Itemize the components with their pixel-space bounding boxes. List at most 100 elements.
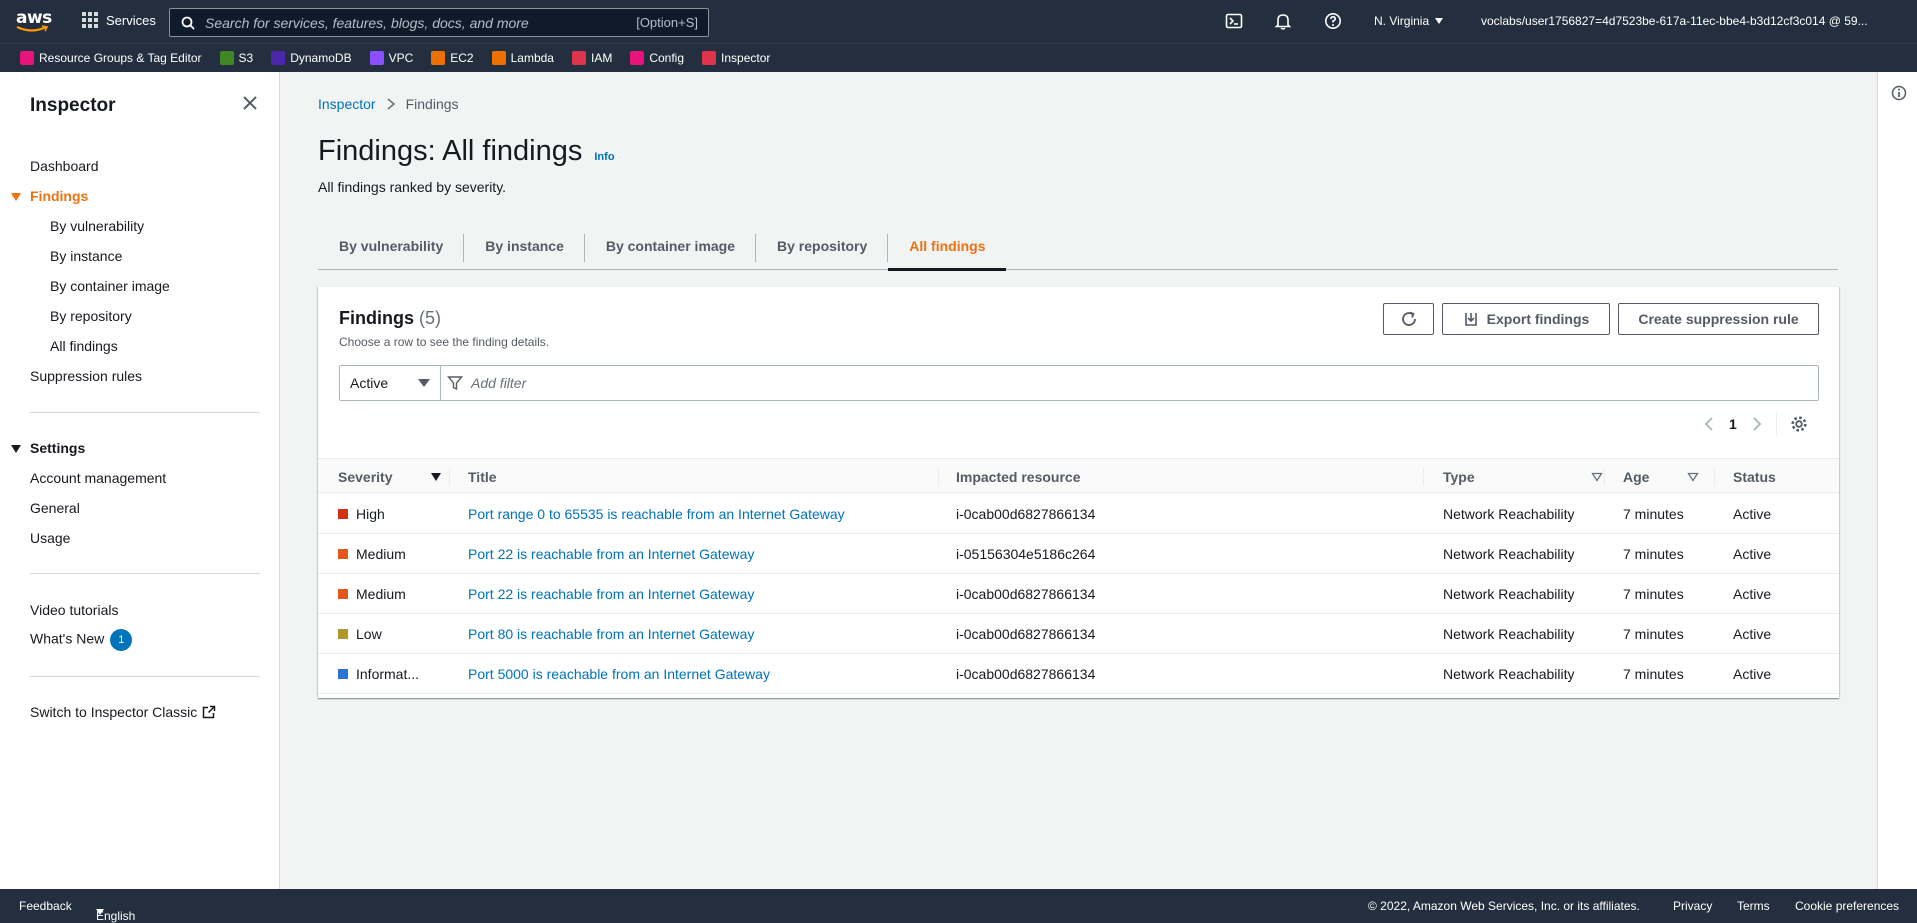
sidebar-item-by-container-image[interactable]: By container image — [50, 278, 170, 294]
grid-icon — [82, 12, 98, 28]
favorite-lambda[interactable]: Lambda — [491, 51, 554, 65]
breadcrumb-inspector-link[interactable]: Inspector — [318, 96, 376, 112]
help-icon[interactable] — [1324, 12, 1342, 30]
create-suppression-rule-button[interactable]: Create suppression rule — [1618, 303, 1819, 335]
cookie-preferences-link[interactable]: Cookie preferences — [1795, 899, 1899, 913]
add-filter-input[interactable]: Add filter — [441, 375, 526, 391]
service-icon — [431, 51, 446, 65]
refresh-button[interactable] — [1383, 303, 1434, 335]
favorite-iam[interactable]: IAM — [571, 51, 613, 65]
column-header-impacted-resource[interactable]: Impacted resource — [956, 459, 1081, 494]
tab-by-instance[interactable]: By instance — [464, 222, 585, 270]
finding-title-link[interactable]: Port 80 is reachable from an Internet Ga… — [468, 626, 754, 642]
services-menu-button[interactable]: Services — [82, 12, 156, 28]
page-title: Findings: All findings Info — [318, 135, 615, 168]
tab-label: All findings — [909, 238, 986, 254]
favorite-ec2[interactable]: EC2 — [431, 51, 474, 65]
sidebar-section-settings[interactable]: Settings — [30, 440, 85, 456]
favorite-vpc[interactable]: VPC — [369, 51, 413, 65]
switch-to-classic-link[interactable]: Switch to Inspector Classic — [30, 704, 216, 720]
close-icon[interactable] — [241, 94, 259, 112]
export-findings-button[interactable]: Export findings — [1442, 303, 1610, 335]
page-number[interactable]: 1 — [1729, 416, 1737, 432]
sidebar-item-usage[interactable]: Usage — [30, 530, 70, 546]
sidebar-item-general[interactable]: General — [30, 500, 80, 516]
tab-by-repository[interactable]: By repository — [756, 222, 889, 270]
severity-label: High — [356, 506, 385, 522]
info-icon[interactable] — [1891, 85, 1907, 101]
age-cell: 7 minutes — [1623, 586, 1684, 602]
finding-title-link[interactable]: Port range 0 to 65535 is reachable from … — [468, 506, 845, 522]
export-findings-label: Export findings — [1486, 311, 1590, 327]
favorite-resource-groups-tag-editor[interactable]: Resource Groups & Tag Editor — [20, 51, 202, 65]
service-icon — [219, 51, 234, 65]
column-header-status[interactable]: Status — [1733, 459, 1776, 494]
status-cell: Active — [1733, 626, 1772, 642]
column-header-age[interactable]: Age — [1623, 459, 1699, 494]
sidebar-item-dashboard[interactable]: Dashboard — [30, 158, 99, 174]
caret-down-icon[interactable] — [11, 445, 21, 453]
gear-icon[interactable] — [1790, 415, 1808, 433]
column-header-type[interactable]: Type — [1443, 459, 1603, 494]
resource-cell: i-05156304e5186c264 — [956, 546, 1096, 562]
info-link[interactable]: Info — [594, 151, 614, 163]
column-header-severity[interactable]: Severity — [338, 459, 442, 494]
favorite-config[interactable]: Config — [630, 51, 684, 65]
finding-title-link[interactable]: Port 22 is reachable from an Internet Ga… — [468, 546, 754, 562]
terms-link[interactable]: Terms — [1737, 899, 1770, 913]
status-filter-select[interactable]: Active — [340, 366, 441, 400]
tab-by-vulnerability[interactable]: By vulnerability — [318, 222, 465, 270]
aws-logo[interactable]: aws — [16, 8, 52, 34]
tab-label: By repository — [777, 238, 868, 254]
column-label: Status — [1733, 468, 1776, 485]
privacy-link[interactable]: Privacy — [1673, 899, 1712, 913]
sidebar-item-whats-new[interactable]: What's New 1 — [30, 629, 133, 651]
column-label: Impacted resource — [956, 468, 1081, 485]
sidebar-item-suppression-rules[interactable]: Suppression rules — [30, 368, 142, 384]
resource-cell: i-0cab00d6827866134 — [956, 586, 1096, 602]
finding-title-link[interactable]: Port 22 is reachable from an Internet Ga… — [468, 586, 754, 602]
caret-down-icon[interactable] — [11, 193, 21, 201]
tab-by-container-image[interactable]: By container image — [585, 222, 757, 270]
sidebar-item-account-management[interactable]: Account management — [30, 470, 166, 486]
favorite-label: Inspector — [721, 51, 771, 65]
account-menu[interactable]: voclabs/user1756827=4d7523be-617a-11ec-b… — [1481, 14, 1868, 28]
chevron-right-icon[interactable] — [1751, 417, 1763, 431]
table-row[interactable]: Informat... Port 5000 is reachable from a… — [318, 654, 1839, 694]
table-row[interactable]: High Port range 0 to 65535 is reachable f… — [318, 494, 1839, 534]
favorite-label: IAM — [590, 51, 613, 65]
table-row[interactable]: Low Port 80 is reachable from an Internet… — [318, 614, 1839, 654]
title-cell: Port 22 is reachable from an Internet Ga… — [468, 534, 754, 574]
sidebar-item-video-tutorials[interactable]: Video tutorials — [30, 602, 118, 618]
cloudshell-icon[interactable] — [1225, 12, 1243, 30]
severity-indicator — [338, 549, 348, 559]
sidebar-item-by-repository[interactable]: By repository — [50, 308, 132, 324]
chevron-left-icon[interactable] — [1703, 417, 1715, 431]
column-header-title[interactable]: Title — [468, 459, 497, 494]
search-shortcut: [Option+S] — [636, 15, 698, 30]
sidebar-item-all-findings[interactable]: All findings — [50, 338, 118, 354]
favorite-s3[interactable]: S3 — [219, 51, 253, 65]
tab-all-findings[interactable]: All findings — [888, 222, 1007, 271]
favorite-dynamodb[interactable]: DynamoDB — [271, 51, 352, 65]
filter-bar: Active Add filter — [339, 365, 1819, 401]
table-row[interactable]: Medium Port 22 is reachable from an Inter… — [318, 534, 1839, 574]
sidebar-item-findings[interactable]: Findings — [30, 188, 88, 204]
pagination: 1 — [1703, 413, 1808, 435]
bell-icon[interactable] — [1274, 12, 1292, 30]
sidebar-item-by-instance[interactable]: By instance — [50, 248, 122, 264]
service-icon — [369, 51, 384, 65]
favorite-inspector[interactable]: Inspector — [702, 51, 770, 65]
status-cell: Active — [1733, 506, 1772, 522]
type-cell: Network Reachability — [1443, 666, 1575, 682]
finding-title-link[interactable]: Port 5000 is reachable from an Internet … — [468, 666, 770, 682]
feedback-link[interactable]: Feedback — [19, 899, 72, 913]
search-input[interactable]: Search for services, features, blogs, do… — [169, 8, 709, 37]
create-suppression-rule-label: Create suppression rule — [1638, 311, 1799, 327]
table-row[interactable]: Medium Port 22 is reachable from an Inter… — [318, 574, 1839, 614]
sidebar-item-by-vulnerability[interactable]: By vulnerability — [50, 218, 144, 234]
panel-title: Findings (5) — [339, 308, 441, 329]
region-selector[interactable]: N. Virginia — [1374, 14, 1444, 28]
favorite-label: Resource Groups & Tag Editor — [39, 51, 202, 65]
column-label: Type — [1443, 468, 1475, 485]
